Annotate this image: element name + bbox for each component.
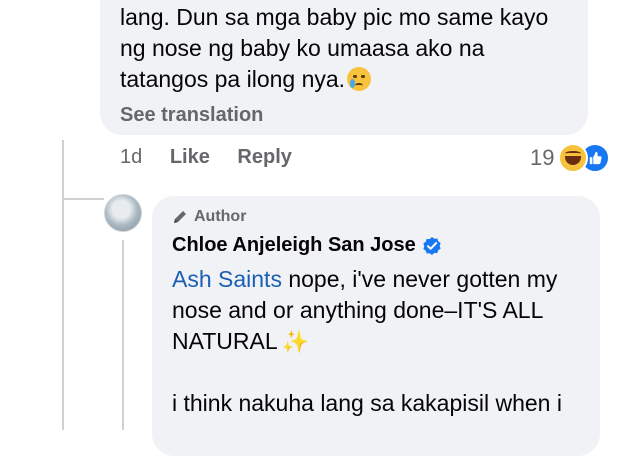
like-button[interactable]: Like xyxy=(170,146,210,168)
author-badge: Author xyxy=(172,208,246,226)
comment-text: lang. Dun sa mga baby pic mo same kayo n… xyxy=(120,2,580,95)
avatar[interactable] xyxy=(104,194,142,232)
comment-line: tatangos pa ilong nya. xyxy=(120,64,580,95)
reaction-count: 19 xyxy=(530,145,555,170)
comment-line: ng nose ng baby ko umaasa ako na xyxy=(120,35,485,61)
reaction-summary[interactable]: 19 xyxy=(530,143,611,173)
reply-line: Ash Saints nope, i've never gotten my xyxy=(172,264,592,295)
reply-line: i think nakuha lang sa kakapisil when i xyxy=(172,390,562,416)
pencil-icon xyxy=(174,211,186,223)
reply-line-text: nope, i've never gotten my xyxy=(281,266,558,292)
author-name[interactable]: Chloe Anjeleigh San Jose xyxy=(172,234,416,257)
reply-thread-line xyxy=(122,240,124,430)
see-translation-link[interactable]: See translation xyxy=(120,104,263,127)
crying-face-icon xyxy=(347,67,372,91)
thread-connector xyxy=(62,198,104,200)
comment-line-text: tatangos pa ilong nya. xyxy=(120,66,346,92)
reply-line: NATURAL ✨ xyxy=(172,326,592,357)
reply-line: nose and or anything done–IT'S ALL xyxy=(172,297,544,323)
author-badge-label: Author xyxy=(194,208,247,225)
reply-author-name: Chloe Anjeleigh San Jose xyxy=(172,234,442,257)
reply-line-text: NATURAL xyxy=(172,328,278,354)
mention-link[interactable]: Ash Saints xyxy=(172,266,282,292)
sparkles-icon: ✨ xyxy=(281,329,310,354)
reply-button[interactable]: Reply xyxy=(237,146,291,168)
thread-line xyxy=(62,140,64,430)
comment-timestamp[interactable]: 1d xyxy=(120,146,142,168)
reply-text: Ash Saints nope, i've never gotten my no… xyxy=(172,264,592,419)
verified-badge-icon xyxy=(423,236,441,255)
comment-actions: 1d Like Reply xyxy=(120,146,314,169)
comment-line: lang. Dun sa mga baby pic mo same kayo xyxy=(120,4,549,30)
